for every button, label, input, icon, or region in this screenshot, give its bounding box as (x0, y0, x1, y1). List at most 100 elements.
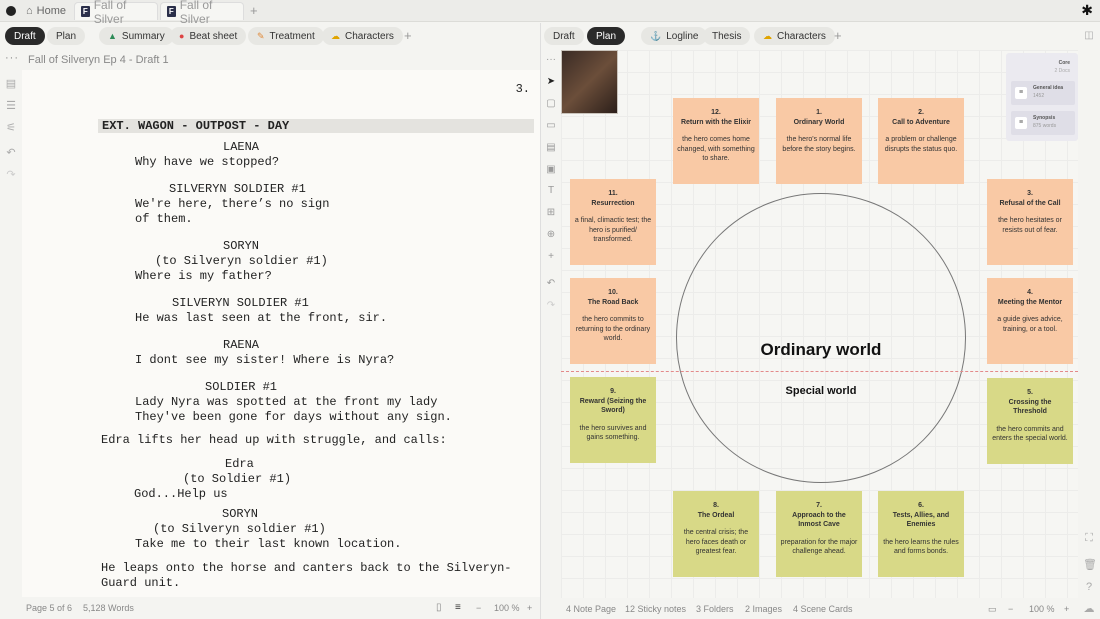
core-item-general-idea[interactable]: ≡ General idea 1452 (1011, 81, 1075, 105)
page-icon[interactable]: ▤ (545, 142, 557, 153)
page-view-icon[interactable]: ▯ (436, 602, 442, 613)
pencil-icon: ✎ (257, 30, 265, 41)
right-tab-draft[interactable]: Draft (544, 27, 584, 45)
sticky-note-12[interactable]: 12. Return with the Elixir the hero comes … (673, 98, 759, 184)
parenthetical: (to Silveryn soldier #1) (153, 522, 326, 536)
table-icon[interactable]: ⊞ (545, 207, 557, 218)
sticky-note-2[interactable]: 2. Call to Adventure a problem or challeng… (878, 98, 964, 184)
plus-icon[interactable]: + (545, 251, 557, 262)
home-icon: ⌂ (26, 5, 33, 17)
align-icon[interactable]: ≡ (455, 602, 461, 613)
sparkle-icon[interactable]: ✱ (1081, 2, 1093, 19)
scene-heading[interactable]: EXT. WAGON - OUTPOST - DAY (98, 119, 534, 133)
document-icon[interactable]: ▤ (5, 78, 17, 90)
sticky-note-6[interactable]: 6. Tests, Allies, and Enemies the hero lea… (878, 491, 964, 577)
card-desc: preparation for the major challenge ahea… (780, 538, 858, 556)
card-number: 3. (1027, 190, 1033, 197)
left-panel-toolbar: Draft Plan ▲ Summary ● Beat sheet ✎ Treatme… (0, 23, 540, 49)
card-number: 4. (1027, 289, 1033, 296)
new-tab-button[interactable]: + (250, 3, 258, 18)
fit-view-icon[interactable]: ▭ (988, 604, 997, 615)
zoom-out-button[interactable]: − (1008, 604, 1013, 614)
sticky-note-7[interactable]: 7. Approach to the Inmost Cave preparation… (776, 491, 862, 577)
list-icon[interactable]: ☰ (5, 100, 17, 112)
redo-icon[interactable]: ↷ (545, 300, 557, 311)
left-tab-treatment[interactable]: ✎ Treatment (248, 27, 324, 45)
doc-icon: ≡ (1015, 117, 1027, 129)
left-add-tab-button[interactable]: + (404, 28, 412, 43)
left-tab-plan[interactable]: Plan (47, 27, 86, 45)
text-icon[interactable]: T (545, 185, 557, 196)
sticky-note-5[interactable]: 5. Crossing the Threshold the hero commits… (987, 378, 1073, 464)
card-title: Call to Adventure (892, 118, 950, 126)
card-title: Meeting the Mentor (997, 298, 1063, 306)
sticky-note-icon[interactable]: ▢ (545, 98, 557, 109)
doc-icon: ≡ (1015, 87, 1027, 99)
core-folder[interactable]: Core 2 Docs ≡ General idea 1452 ≡ Synops… (1006, 53, 1078, 141)
help-icon[interactable]: ? (1083, 581, 1095, 593)
script-page[interactable]: 3. EXT. WAGON - OUTPOST - DAY LAENA Why … (22, 70, 540, 597)
right-tab-plan[interactable]: Plan (587, 27, 626, 45)
action-line: Guard unit. (101, 576, 181, 590)
file-icon: F (167, 6, 176, 17)
left-tab-summary[interactable]: ▲ Summary (99, 27, 174, 45)
right-status-bar: 4 Note Page 12 Sticky notes 3 Folders 2 … (561, 598, 1100, 619)
split-view-icon[interactable]: ◫ (1083, 30, 1095, 42)
redo-icon[interactable]: ↷ (5, 169, 17, 181)
cursor-icon[interactable]: ➤ (545, 76, 557, 87)
zoom-in-button[interactable]: + (527, 603, 532, 613)
card-title: The Road Back (587, 298, 639, 306)
trash-icon[interactable]: 🗑 (1083, 559, 1097, 571)
world-circle[interactable] (676, 193, 966, 483)
zoom-in-button[interactable]: + (1064, 604, 1069, 614)
left-tab-characters-label: Characters (345, 30, 394, 42)
dialogue-line: Take me to their last known location. (135, 537, 402, 551)
undo-icon[interactable]: ↶ (545, 278, 557, 289)
zoom-level: 100 % (494, 603, 520, 613)
image-card[interactable] (561, 50, 618, 114)
left-tab-draft[interactable]: Draft (5, 27, 45, 45)
threshold-line (561, 371, 1078, 372)
zoom-out-button[interactable]: − (476, 603, 481, 613)
more-options-icon[interactable]: ··· (545, 54, 557, 65)
sticky-note-10[interactable]: 10. The Road Back the hero commits to retu… (570, 278, 656, 364)
right-tab-characters[interactable]: ☁ Characters (754, 27, 835, 45)
sticky-note-4[interactable]: 4. Meeting the Mentor a guide gives advice… (987, 278, 1073, 364)
image-icon[interactable]: ▣ (545, 164, 557, 175)
action-line: He leaps onto the horse and canters back… (101, 561, 512, 575)
right-tab-thesis-label: Thesis (712, 30, 742, 42)
character-name: LAENA (223, 140, 260, 154)
fullscreen-icon[interactable]: ⛶ (1083, 532, 1095, 544)
dialogue-line: Lady Nyra was spotted at the front my la… (135, 395, 438, 409)
tab-file-2[interactable]: F Fall of Silver (160, 0, 244, 26)
undo-icon[interactable]: ↶ (5, 147, 17, 159)
left-tab-treatment-label: Treatment (269, 30, 315, 42)
left-tab-characters[interactable]: ☁ Characters (322, 27, 403, 45)
tab-file-1[interactable]: F Fall of Silver (74, 0, 158, 26)
core-item-title: General idea (1033, 85, 1064, 91)
right-add-tab-button[interactable]: + (834, 28, 842, 43)
sticky-note-11[interactable]: 11. Resurrection a final, climactic test; … (570, 179, 656, 265)
right-panel-toolbar: Draft Plan ⚓ Logline Thesis ☁ Characters + (541, 23, 1100, 49)
sticky-note-count: 12 Sticky notes (625, 604, 687, 614)
app-menu-icon[interactable] (6, 6, 16, 16)
card-icon[interactable]: ▭ (545, 120, 557, 131)
right-tab-logline[interactable]: ⚓ Logline (641, 27, 708, 45)
scene-card-count: 4 Scene Cards (793, 604, 853, 614)
add-circle-icon[interactable]: ⊕ (545, 229, 557, 240)
right-rail: ◫ ⛶ 🗑 ? ☁ (1078, 23, 1100, 619)
more-options-icon[interactable]: ··· (5, 52, 19, 64)
plan-canvas[interactable]: Ordinary world Special world Core 2 Docs… (561, 50, 1078, 598)
sticky-note-3[interactable]: 3. Refusal of the Call the hero hesitates … (987, 179, 1073, 265)
core-item-synopsis[interactable]: ≡ Synopsis 875 words (1011, 111, 1075, 135)
sticky-note-8[interactable]: 8. The Ordeal the central crisis; the hero… (673, 491, 759, 577)
tree-icon: ▲ (108, 31, 117, 41)
sliders-icon[interactable]: ⚟ (5, 122, 17, 134)
right-tab-thesis[interactable]: Thesis (703, 27, 751, 45)
tab-home[interactable]: ⌂ Home (26, 2, 66, 20)
sticky-note-1[interactable]: 1. Ordinary World the hero's normal life b… (776, 98, 862, 184)
dialogue-line: of them. (135, 212, 193, 226)
dialogue-line: They've been gone for days without any s… (135, 410, 452, 424)
left-tab-beat-sheet[interactable]: ● Beat sheet (170, 27, 247, 45)
sticky-note-9[interactable]: 9. Reward (Seizing the Sword) the hero sur… (570, 377, 656, 463)
